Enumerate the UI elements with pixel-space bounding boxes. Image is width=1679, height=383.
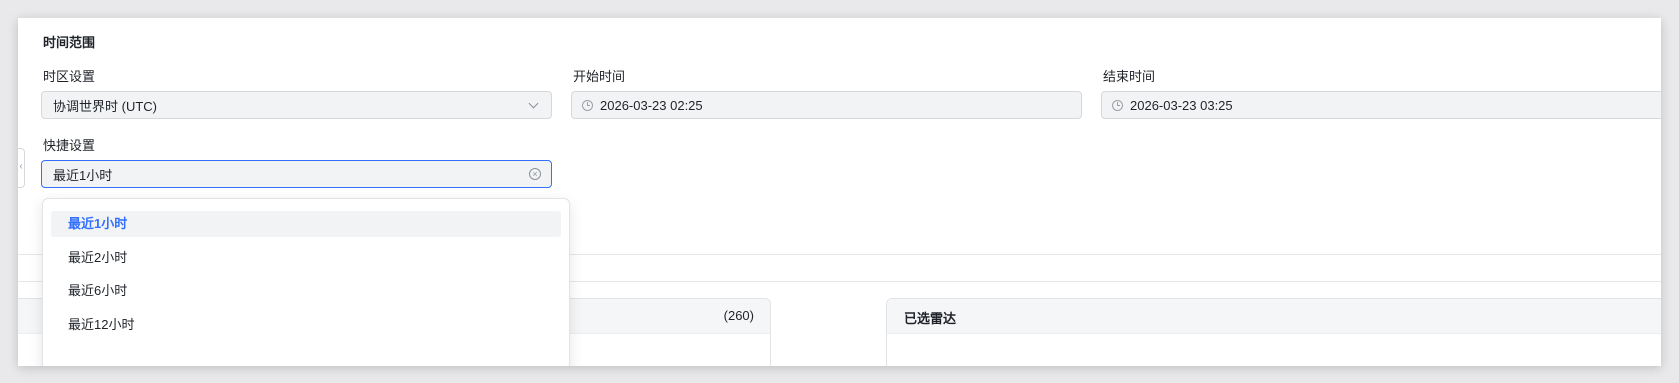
end-time-value: 2026-03-23 03:25 <box>1130 97 1233 113</box>
clock-icon <box>582 99 593 111</box>
timezone-value: 协调世界时 (UTC) <box>53 98 157 114</box>
timezone-select[interactable]: 协调世界时 (UTC) <box>41 91 552 119</box>
quick-setting-value: 最近1小时 <box>53 167 113 183</box>
chevron-left-icon: ‹ <box>19 161 23 172</box>
start-time-picker[interactable]: 2026-03-23 02:25 <box>571 91 1082 119</box>
section-title: 时间范围 <box>43 35 96 50</box>
chevron-down-icon <box>528 98 539 109</box>
radar-count: (260) <box>723 308 754 323</box>
quick-setting-dropdown: 最近1小时 最近2小时 最近6小时 最近12小时 <box>42 198 570 366</box>
collapse-handle[interactable]: ‹ <box>18 148 25 188</box>
dropdown-option[interactable]: 最近2小时 <box>51 245 561 271</box>
timezone-label: 时区设置 <box>43 69 96 84</box>
start-time-label: 开始时间 <box>573 69 626 84</box>
end-time-picker[interactable]: 2026-03-23 03:25 <box>1101 91 1661 119</box>
clear-icon[interactable]: × <box>529 168 541 180</box>
selected-radar-panel: 已选雷达 <box>886 298 1661 366</box>
quick-setting-label: 快捷设置 <box>43 138 96 153</box>
end-time-label: 结束时间 <box>1103 69 1156 84</box>
dropdown-option[interactable]: 最近6小时 <box>51 278 561 304</box>
selected-radar-title: 已选雷达 <box>904 311 957 326</box>
dropdown-option[interactable]: 最近12小时 <box>51 312 561 338</box>
quick-setting-select[interactable]: 最近1小时 × <box>41 160 552 188</box>
panel-header: 已选雷达 <box>887 299 1661 334</box>
start-time-value: 2026-03-23 02:25 <box>600 97 703 113</box>
clock-icon <box>1112 99 1123 111</box>
time-range-window: 时间范围 ‹ 时区设置 协调世界时 (UTC) 开始时间 2026-03-23 … <box>18 18 1661 366</box>
dropdown-option[interactable]: 最近1小时 <box>51 211 561 237</box>
